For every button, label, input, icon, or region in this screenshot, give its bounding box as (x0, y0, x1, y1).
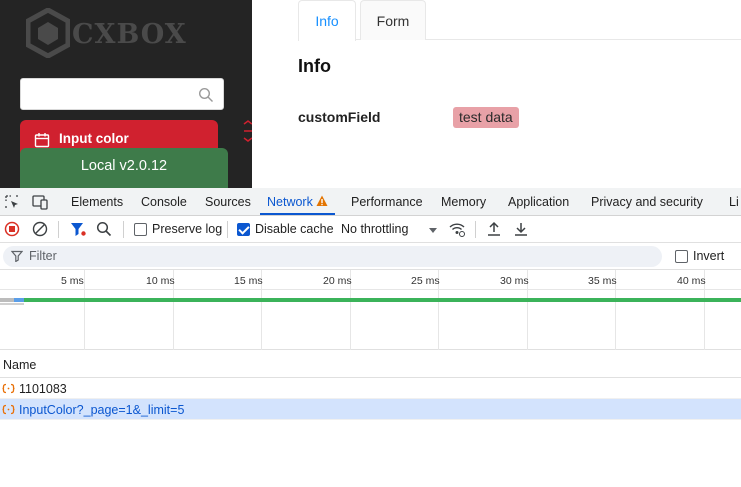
disable-cache-label: Disable cache (255, 222, 334, 236)
toolbar-divider (227, 221, 228, 238)
field-label: customField (298, 109, 381, 125)
search-icon[interactable] (198, 87, 214, 103)
record-stop-icon[interactable] (4, 221, 20, 237)
toolbar-divider (58, 221, 59, 238)
preserve-log-label: Preserve log (152, 222, 223, 236)
filter-placeholder: Filter (29, 249, 57, 263)
table-row[interactable]: 1101083 (0, 378, 741, 399)
fetch-xhr-icon (2, 404, 15, 415)
network-conditions-icon[interactable] (449, 221, 465, 237)
devtools-tab-memory[interactable]: Memory (441, 188, 486, 215)
filter-funnel-icon[interactable] (70, 221, 86, 237)
version-badge: Local v2.0.12 (20, 148, 228, 188)
timeline-tick-label: 15 ms (234, 275, 263, 287)
table-row[interactable]: InputColor?_page=1&_limit=5 (0, 399, 741, 420)
devtools-tab-sources[interactable]: Sources (205, 188, 251, 215)
filter-bar: Filter Invert (0, 243, 741, 270)
request-name: 1101083 (19, 382, 67, 396)
page-title: Info (298, 56, 331, 76)
chevron-down-icon[interactable] (429, 228, 437, 233)
filter-input[interactable]: Filter (3, 246, 662, 267)
sidebar: CXBOX Input color Local v2.0.12 (0, 0, 252, 188)
fetch-xhr-icon (2, 383, 15, 394)
requests-table-header: Name (0, 350, 741, 378)
search-icon[interactable] (96, 221, 112, 237)
devtools-tab-network-label: Network (267, 195, 313, 209)
logo-text: CXBOX (72, 18, 187, 50)
timeline-gridline (84, 270, 85, 350)
tab-info[interactable]: Info (298, 0, 356, 41)
timeline-tick-label: 30 ms (500, 275, 529, 287)
timeline-tick-label: 35 ms (588, 275, 617, 287)
content-tabs: Info Form (298, 0, 741, 41)
devtools-tab-privacy-security[interactable]: Privacy and security (591, 188, 703, 215)
devtools-tab-application[interactable]: Application (508, 188, 569, 215)
disable-cache-checkbox[interactable] (237, 223, 250, 236)
devtools-panel: Elements Console Sources Network Perform… (0, 188, 741, 487)
waterfall-bar-stalled (0, 303, 24, 305)
devtools-tab-network[interactable]: Network (260, 188, 335, 215)
network-overview-timeline[interactable]: 5 ms 10 ms 15 ms 20 ms 25 ms 30 ms 35 ms… (0, 270, 741, 350)
filter-funnel-icon (11, 250, 23, 262)
timeline-tick-label: 25 ms (411, 275, 440, 287)
devtools-tab-performance[interactable]: Performance (351, 188, 423, 215)
main-content: Info Form Info customField test data (252, 0, 741, 188)
timeline-tick-label: 10 ms (146, 275, 175, 287)
upload-icon[interactable] (486, 221, 502, 237)
download-icon[interactable] (513, 221, 529, 237)
sidebar-item-label: Input color (59, 131, 129, 146)
sidebar-search-input[interactable] (20, 78, 224, 110)
devtools-tabbar: Elements Console Sources Network Perform… (0, 188, 741, 216)
collapse-sidebar-icon[interactable] (240, 120, 252, 142)
preserve-log-checkbox[interactable] (134, 223, 147, 236)
invert-label: Invert (693, 249, 725, 263)
device-toolbar-icon[interactable] (32, 194, 48, 210)
app-window: CXBOX Input color Local v2.0.12 Info For… (0, 0, 741, 188)
logo: CXBOX (26, 8, 187, 58)
clear-icon[interactable] (32, 221, 48, 237)
invert-checkbox[interactable] (675, 250, 688, 263)
field-value-tag: test data (453, 107, 519, 128)
network-toolbar: Preserve log Disable cache No throttling (0, 216, 741, 243)
toolbar-divider (475, 221, 476, 238)
devtools-tab-console[interactable]: Console (141, 188, 187, 215)
request-name: InputColor?_page=1&_limit=5 (19, 403, 185, 417)
tab-form[interactable]: Form (360, 0, 426, 40)
waterfall-bar-request (24, 298, 741, 302)
timeline-tick-label: 20 ms (323, 275, 352, 287)
devtools-tab-elements[interactable]: Elements (71, 188, 123, 215)
waterfall-bar-queued (0, 298, 14, 302)
timeline-tick-label: 5 ms (61, 275, 84, 287)
timeline-tick-label: 40 ms (677, 275, 706, 287)
inspect-element-icon[interactable] (4, 194, 20, 210)
calendar-icon (34, 133, 50, 148)
logo-mark-icon (26, 8, 70, 58)
column-header-name[interactable]: Name (3, 358, 36, 372)
timeline-tick-row (0, 270, 741, 290)
throttling-select[interactable]: No throttling (341, 222, 408, 236)
toolbar-divider (123, 221, 124, 238)
devtools-tab-lighthouse[interactable]: Li (729, 188, 739, 215)
warning-icon (316, 195, 328, 206)
